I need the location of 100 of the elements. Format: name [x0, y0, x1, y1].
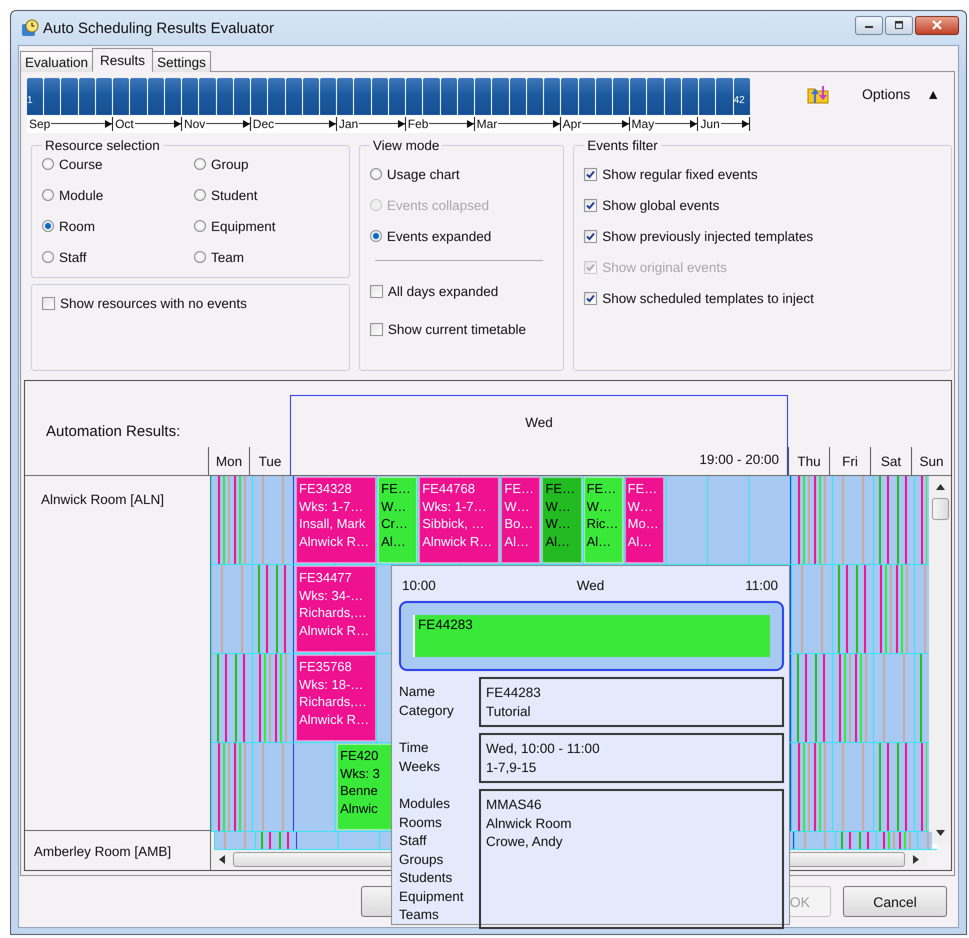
radio-button[interactable]: [42, 158, 54, 170]
day-header[interactable]: Fri: [829, 447, 870, 475]
radio-button[interactable]: [370, 230, 382, 242]
left-arrow-icon[interactable]: [219, 854, 225, 864]
week-block[interactable]: [234, 78, 250, 115]
week-block[interactable]: [630, 78, 646, 115]
right-arrow-icon[interactable]: [913, 854, 919, 864]
event-block[interactable]: FE35768 Wks: 18-… Richards,… Alnwick R…: [296, 655, 376, 741]
radio-button[interactable]: [42, 189, 54, 201]
radio-option[interactable]: Usage chart: [370, 164, 460, 184]
week-block[interactable]: [544, 78, 560, 115]
radio-option[interactable]: Group: [194, 154, 339, 174]
event-block[interactable]: FE… W… W… Al…: [542, 477, 582, 563]
radio-button[interactable]: [194, 251, 206, 263]
minimize-button[interactable]: [855, 16, 883, 34]
day-header[interactable]: Tue: [249, 447, 290, 475]
vertical-scrollbar[interactable]: [929, 476, 951, 844]
week-block[interactable]: [372, 78, 388, 115]
tab[interactable]: Settings: [152, 51, 211, 72]
week-block[interactable]: [664, 78, 681, 115]
week-block[interactable]: [612, 78, 630, 115]
down-arrow-icon[interactable]: [936, 830, 944, 836]
checkbox-option[interactable]: Show regular fixed events: [584, 164, 758, 184]
radio-option[interactable]: Course: [42, 154, 194, 174]
event-block[interactable]: FE… W… Mo… Al…: [624, 477, 664, 563]
radio-option[interactable]: Events expanded: [370, 226, 492, 246]
checkbox[interactable]: [584, 292, 598, 304]
week-block[interactable]: [388, 78, 406, 115]
day-header[interactable]: Sat: [870, 447, 911, 475]
week-block[interactable]: 1: [27, 78, 44, 115]
tab[interactable]: Results: [92, 48, 154, 72]
week-block[interactable]: [320, 78, 336, 115]
collapse-toggle[interactable]: ▲: [924, 86, 942, 102]
checkbox[interactable]: [370, 284, 383, 298]
options-label[interactable]: Options: [862, 86, 910, 102]
event-block[interactable]: FE34328 Wks: 1-7… Insall, Mark Alnwick R…: [296, 477, 376, 563]
week-block[interactable]: [78, 78, 95, 115]
radio-option[interactable]: Student: [194, 185, 339, 205]
week-block[interactable]: [526, 78, 544, 115]
checkbox[interactable]: [370, 322, 383, 336]
day-header[interactable]: Thu: [788, 447, 829, 475]
week-block[interactable]: [337, 78, 354, 115]
week-block[interactable]: [148, 78, 164, 115]
checkbox-option[interactable]: Show resources with no events: [42, 293, 247, 313]
week-block[interactable]: [699, 78, 716, 115]
tab[interactable]: Evaluation: [20, 51, 94, 72]
week-block[interactable]: [216, 78, 233, 115]
radio-option[interactable]: Room: [42, 216, 194, 236]
event-block[interactable]: FE34477 Wks: 34-… Richards,… Alnwick R…: [296, 566, 376, 652]
checkbox-option[interactable]: Show current timetable: [370, 319, 526, 339]
event-block[interactable]: FE44768 Wks: 1-7… Sibbick, … Alnwick R…: [419, 477, 500, 563]
radio-option[interactable]: Module: [42, 185, 194, 205]
checkbox[interactable]: [584, 198, 598, 212]
radio-option[interactable]: Equipment: [194, 216, 339, 236]
scroll-thumb[interactable]: [932, 498, 948, 520]
resource-name[interactable]: Alnwick Room [ALN]: [40, 492, 164, 830]
up-arrow-icon[interactable]: [936, 484, 944, 490]
week-block[interactable]: [578, 78, 595, 115]
radio-option[interactable]: Staff: [42, 247, 194, 267]
radio-button[interactable]: [194, 158, 206, 170]
event-block[interactable]: FE… W… Bo… Al…: [501, 477, 540, 563]
week-block[interactable]: [440, 78, 457, 115]
week-block[interactable]: [96, 78, 112, 115]
checkbox-option[interactable]: Show previously injected templates: [584, 226, 814, 246]
week-block[interactable]: [44, 78, 60, 115]
checkbox[interactable]: [42, 296, 55, 310]
radio-button[interactable]: [194, 189, 206, 201]
week-block[interactable]: [458, 78, 474, 115]
week-block[interactable]: [510, 78, 526, 115]
radio-option[interactable]: Team: [194, 247, 339, 267]
week-block[interactable]: [302, 78, 319, 115]
week-block[interactable]: [182, 78, 198, 115]
day-header[interactable]: Sun: [911, 447, 951, 475]
week-block[interactable]: [596, 78, 612, 115]
checkbox-option[interactable]: Show scheduled templates to inject: [584, 288, 814, 308]
radio-button[interactable]: [42, 251, 54, 263]
day-header[interactable]: Wed 19:00 - 20:00: [290, 395, 788, 475]
checkbox[interactable]: [584, 168, 598, 180]
event-block[interactable]: FE… W… Cr… Al…: [378, 477, 418, 563]
radio-button[interactable]: [194, 220, 206, 232]
day-header[interactable]: Mon: [208, 447, 249, 475]
month-label: Dec: [252, 117, 276, 131]
week-block[interactable]: [475, 78, 492, 115]
resource-name[interactable]: Amberley Room [AMB]: [34, 844, 172, 859]
radio-button[interactable]: [370, 168, 382, 180]
maximize-button[interactable]: [885, 16, 913, 34]
dialog-button[interactable]: Cancel: [843, 886, 947, 917]
week-block[interactable]: [164, 78, 182, 115]
close-button[interactable]: [915, 16, 959, 34]
event-block[interactable]: FE… W… Ric… Al…: [584, 477, 623, 563]
checkbox-option[interactable]: Show global events: [584, 195, 720, 215]
week-block[interactable]: [113, 78, 130, 115]
week-block[interactable]: 42: [734, 78, 750, 115]
week-block[interactable]: [406, 78, 422, 115]
checkbox[interactable]: [584, 230, 598, 242]
week-block[interactable]: [251, 78, 268, 115]
week-block[interactable]: [682, 78, 698, 115]
week-block[interactable]: [286, 78, 302, 115]
radio-button[interactable]: [42, 220, 54, 232]
checkbox-option[interactable]: All days expanded: [370, 281, 498, 301]
